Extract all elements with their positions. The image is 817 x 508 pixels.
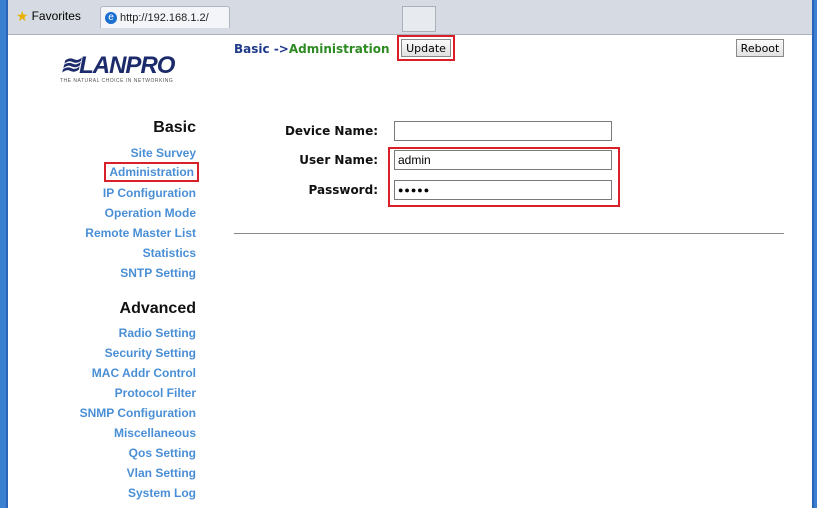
sidebar-item-radio-setting[interactable]: Radio Setting — [119, 326, 196, 340]
sidebar-item-security-setting[interactable]: Security Setting — [105, 346, 196, 360]
update-button[interactable]: Update — [397, 35, 455, 61]
sidebar-item-site-survey[interactable]: Site Survey — [131, 146, 196, 160]
main-content: Basic ->Administration Update Reboot Dev… — [234, 35, 812, 508]
favorites-label: Favorites — [31, 9, 81, 23]
device-name-label: Device Name: — [284, 124, 378, 138]
sidebar-item-snmp-configuration[interactable]: SNMP Configuration — [80, 406, 196, 420]
tab-url: http://192.168.1.2/ — [120, 11, 209, 24]
credentials-highlight — [388, 147, 620, 207]
ie-icon: e — [105, 11, 117, 24]
sidebar-item-administration[interactable]: Administration — [104, 162, 199, 182]
section-advanced-title: Advanced — [119, 300, 196, 317]
sidebar-item-mac-addr-control[interactable]: MAC Addr Control — [92, 366, 196, 380]
breadcrumb: Basic ->Administration — [234, 42, 390, 56]
breadcrumb-arrow: -> — [273, 42, 289, 56]
logo-main: ≋LANPRO — [60, 52, 175, 79]
user-name-label: User Name: — [299, 153, 378, 167]
sidebar-item-sntp-setting[interactable]: SNTP Setting — [120, 266, 196, 280]
sidebar-item-miscellaneous[interactable]: Miscellaneous — [114, 426, 196, 440]
new-tab-button[interactable] — [402, 6, 436, 32]
sidebar-item-statistics[interactable]: Statistics — [143, 246, 196, 260]
sidebar-item-operation-mode[interactable]: Operation Mode — [105, 206, 196, 220]
breadcrumb-basic: Basic — [234, 42, 270, 56]
favorites-button[interactable]: ★ Favorites — [10, 6, 87, 26]
sidebar-item-system-log[interactable]: System Log — [128, 486, 196, 500]
sidebar-item-remote-master-list[interactable]: Remote Master List — [85, 226, 196, 240]
divider-line — [234, 233, 784, 234]
breadcrumb-administration: Administration — [288, 42, 390, 56]
sidebar-item-protocol-filter[interactable]: Protocol Filter — [115, 386, 196, 400]
sidebar-item-vlan-setting[interactable]: Vlan Setting — [127, 466, 196, 480]
browser-tab[interactable]: e http://192.168.1.2/ — [100, 6, 230, 28]
lanpro-logo: ≋LANPRO THE NATURAL CHOICE IN NETWORKING — [60, 51, 200, 84]
logo-tagline: THE NATURAL CHOICE IN NETWORKING — [60, 78, 174, 84]
favorites-bar: ★ Favorites e http://192.168.1.2/ — [8, 0, 812, 35]
password-label: Password: — [308, 183, 379, 197]
section-basic-title: Basic — [153, 119, 196, 136]
sidebar-item-qos-setting[interactable]: Qos Setting — [129, 446, 196, 460]
star-icon: ★ — [16, 7, 29, 24]
browser-window: ★ Favorites e http://192.168.1.2/ ≋LANPR… — [6, 0, 814, 508]
reboot-button[interactable]: Reboot — [736, 39, 784, 57]
device-name-input[interactable] — [394, 121, 612, 141]
sidebar: ≋LANPRO THE NATURAL CHOICE IN NETWORKING… — [8, 35, 208, 508]
sidebar-item-ip-configuration[interactable]: IP Configuration — [103, 186, 196, 200]
